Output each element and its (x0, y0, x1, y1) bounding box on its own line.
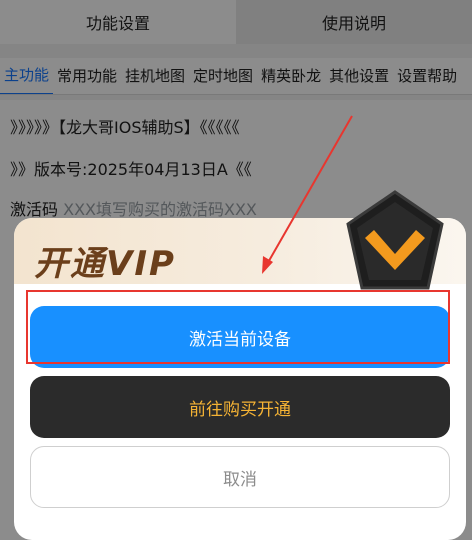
vip-dialog: 开通VIP 激活当前设备 前往购买开通 取消 (14, 190, 466, 540)
go-buy-button[interactable]: 前往购买开通 (30, 376, 450, 438)
activate-device-button[interactable]: 激活当前设备 (30, 306, 450, 368)
vip-title: 开通VIP (34, 244, 176, 284)
vip-badge-icon (346, 190, 444, 290)
cancel-button[interactable]: 取消 (30, 446, 450, 508)
